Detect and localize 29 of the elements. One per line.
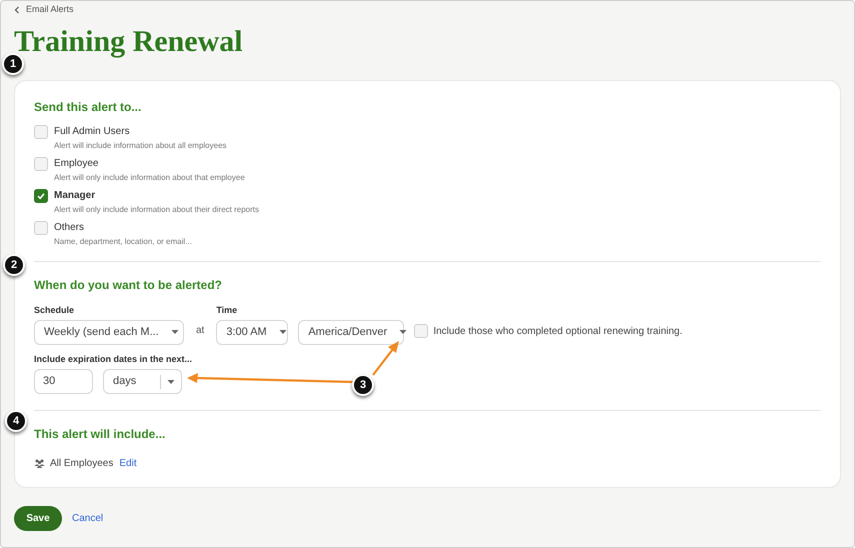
option-label: Manager [54, 189, 96, 202]
option-description: Alert will only include information about that employee [54, 173, 245, 183]
section-heading: This alert will include... [34, 426, 166, 443]
section-heading: When do you want to be alerted? [34, 277, 222, 294]
cancel-link[interactable]: Cancel [72, 511, 104, 526]
option-label: Full Admin Users [54, 125, 131, 138]
field-label: Schedule [34, 304, 76, 317]
step-marker: 4 [5, 410, 27, 432]
at-label: at [195, 324, 206, 338]
dropdown[interactable]: days [103, 369, 182, 394]
edit-link[interactable]: Edit [119, 456, 137, 471]
option-description: Alert will only include information about their direct reports [54, 205, 259, 215]
step-marker: 2 [3, 254, 25, 276]
save-button[interactable]: Save [14, 506, 62, 531]
option-description: Name, department, location, or email... [54, 237, 192, 247]
option-label: Employee [54, 157, 100, 170]
checkbox-label: Include those who completed optional renewing training. [433, 324, 682, 338]
number-field[interactable]: 30 [34, 369, 93, 394]
field-label: Time [216, 304, 238, 317]
back-link[interactable]: Email Alerts [14, 3, 841, 17]
scope-text: All Employees [50, 457, 114, 471]
dropdown[interactable]: Weekly (send each M... [34, 320, 184, 344]
field-label: Include expiration dates in the next... [34, 352, 192, 366]
step-marker: 1 [2, 53, 24, 75]
dropdown[interactable]: 3:00 AM [216, 320, 288, 344]
dropdown[interactable]: America/Denver [298, 320, 404, 344]
option-label: Others [54, 221, 86, 234]
option-description: Alert will include information about all employees [54, 141, 227, 151]
section-heading: Send this alert to... [34, 99, 142, 116]
